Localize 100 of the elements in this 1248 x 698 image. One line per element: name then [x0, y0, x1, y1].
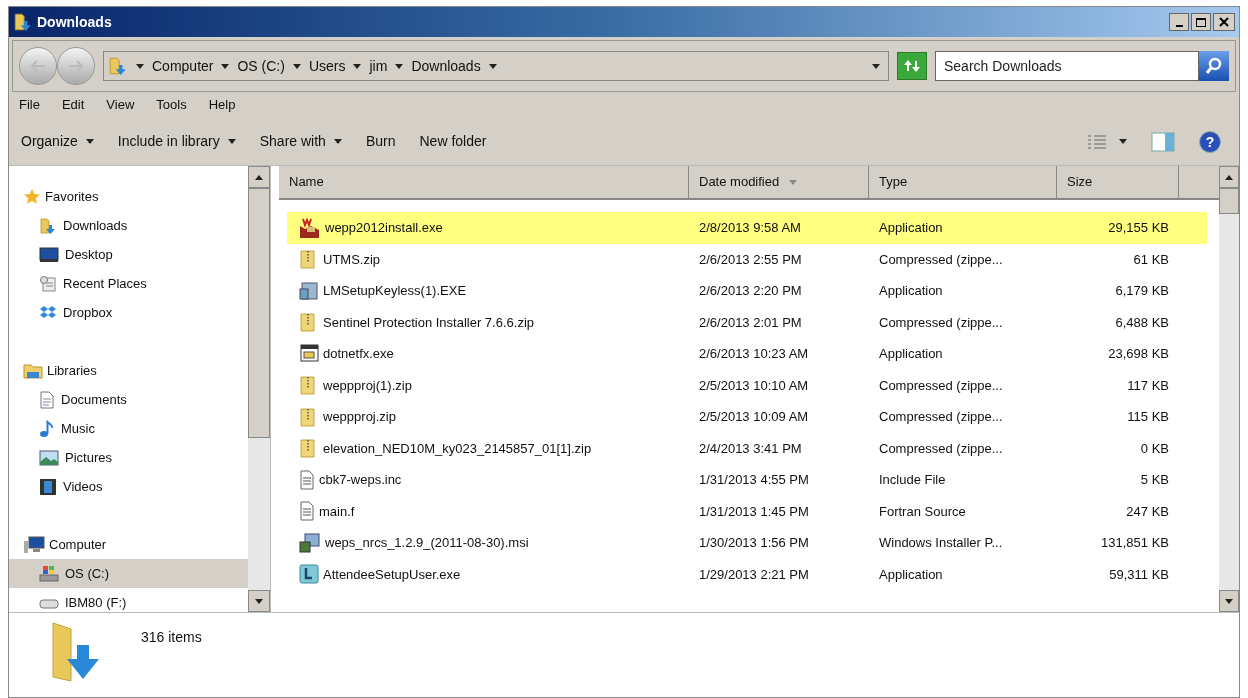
breadcrumb[interactable]: jim: [369, 55, 388, 77]
file-row[interactable]: main.f 1/31/2013 1:45 PM Fortran Source 247 KB: [287, 495, 1207, 527]
size-cell-text: 5 KB: [1139, 471, 1169, 489]
caret-icon: [136, 63, 144, 69]
folder-download-icon: [39, 216, 57, 235]
breadcrumb[interactable]: Downloads: [411, 55, 481, 77]
menu-item[interactable]: Tools: [156, 95, 187, 115]
scrollbar[interactable]: [1219, 166, 1239, 612]
file-row[interactable]: weppproj.zip 2/5/2013 10:09 AM Compressed (zippe... 115 KB: [287, 401, 1207, 433]
type-cell-text: Fortran Source: [878, 502, 967, 521]
toolbar-button[interactable]: Include in library: [117, 131, 236, 152]
drive-icon: [39, 564, 59, 583]
nav-item[interactable]: IBM80 (F:): [9, 588, 248, 612]
toolbar-button[interactable]: New folder: [419, 131, 487, 152]
toolbar-button[interactable]: Organize: [21, 131, 94, 152]
type-cell-text: Compressed (zippe...: [878, 376, 1004, 395]
breadcrumb[interactable]: OS (C:): [237, 55, 285, 77]
file-row[interactable]: elevation_NED10M_ky023_2145857_01[1].zip 2/4/2013 3:41 PM Compressed (zippe... 0 KB: [287, 432, 1207, 464]
column-header[interactable]: Name: [279, 166, 689, 198]
caret-icon: [395, 63, 404, 69]
program-window-icon: [299, 343, 319, 364]
date-cell-text: 2/8/2013 9:58 AM: [698, 219, 802, 237]
nav-group[interactable]: Libraries: [9, 356, 248, 385]
nav-item[interactable]: Dropbox: [9, 298, 248, 327]
column-header[interactable]: Type: [869, 166, 1057, 198]
file-name: elevation_NED10M_ky023_2145857_01[1].zip: [323, 439, 592, 458]
nav-item[interactable]: Music: [9, 414, 248, 443]
refresh-button[interactable]: [897, 52, 927, 80]
size-cell-text: 115 KB: [1126, 408, 1169, 426]
scroll-thumb[interactable]: [1219, 188, 1239, 214]
scrollbar[interactable]: [248, 166, 270, 612]
computer-icon: [23, 535, 45, 554]
menu-item[interactable]: View: [106, 95, 135, 115]
view-options-button[interactable]: [1087, 133, 1127, 150]
file-row[interactable]: weps_nrcs_1.2.9_(2011-08-30).msi 1/30/2013 1:56 PM Windows Installer P... 131,851 KB: [287, 527, 1207, 559]
size-cell-text: 6,488 KB: [1114, 313, 1169, 332]
size-cell-text: 131,851 KB: [1100, 534, 1169, 552]
nav-item[interactable]: Recent Places: [9, 269, 248, 298]
nav-item[interactable]: Downloads: [9, 211, 248, 240]
caret-icon: [789, 179, 798, 185]
menu-item[interactable]: Edit: [61, 95, 85, 115]
size-cell-text: 29,155 KB: [1107, 219, 1169, 237]
nav-group[interactable]: Computer: [9, 530, 248, 559]
size-cell-text: 61 KB: [1132, 250, 1169, 269]
close-button[interactable]: [1213, 13, 1235, 31]
nav-item[interactable]: Pictures: [9, 443, 248, 472]
file-row[interactable]: AttendeeSetupUser.exe 1/29/2013 2:21 PM Application 59,311 KB: [287, 558, 1207, 590]
file-name: cbk7-weps.inc: [319, 471, 402, 489]
file-name: weps_nrcs_1.2.9_(2011-08-30).msi: [325, 534, 529, 552]
address-bar[interactable]: Computer OS (C:) Users jim Downloads: [103, 51, 889, 81]
caret-icon: [872, 63, 880, 69]
dropbox-icon: [39, 304, 57, 321]
type-cell-text: Compressed (zippe...: [878, 439, 1004, 458]
type-cell-text: Compressed (zippe...: [878, 250, 1004, 269]
nav-item[interactable]: Documents: [9, 385, 248, 414]
document-icon: [39, 390, 55, 409]
menu-item[interactable]: File: [19, 95, 40, 115]
caret-icon: [221, 63, 230, 69]
breadcrumb[interactable]: Computer: [152, 55, 214, 77]
recent-places-icon: [39, 274, 57, 293]
nav-item[interactable]: Desktop: [9, 240, 248, 269]
menu-item[interactable]: Help: [208, 95, 236, 115]
back-arrow-icon: [30, 60, 46, 72]
file-row[interactable]: cbk7-weps.inc 1/31/2013 4:55 PM Include File 5 KB: [287, 464, 1207, 496]
caret-icon: [1119, 139, 1127, 144]
column-header[interactable]: Date modified: [689, 166, 869, 198]
scroll-up-button[interactable]: [1219, 166, 1239, 188]
scroll-down-button[interactable]: [248, 590, 270, 612]
column-header[interactable]: Size: [1057, 166, 1179, 198]
search-button[interactable]: [1199, 51, 1229, 81]
monitor-icon: [39, 246, 59, 263]
file-row[interactable]: wepp2012install.exe 2/8/2013 9:58 AM Application 29,155 KB: [287, 212, 1207, 244]
scroll-thumb[interactable]: [248, 188, 270, 438]
file-row[interactable]: dotnetfx.exe 2/6/2013 10:23 AM Application 23,698 KB: [287, 338, 1207, 370]
size-cell-text: 117 KB: [1126, 376, 1169, 395]
file-row[interactable]: UTMS.zip 2/6/2013 2:55 PM Compressed (zippe... 61 KB: [287, 243, 1207, 275]
maximize-button[interactable]: [1191, 13, 1211, 31]
search-field[interactable]: Search Downloads: [935, 51, 1199, 81]
toolbar-button[interactable]: Share with: [259, 131, 342, 152]
date-cell-text: 2/4/2013 3:41 PM: [698, 439, 803, 458]
minimize-button[interactable]: [1169, 13, 1189, 31]
caret-icon: [353, 63, 362, 69]
nav-item[interactable]: Videos: [9, 472, 248, 501]
search-icon: [1205, 57, 1223, 75]
folder-download-icon: [108, 56, 128, 76]
file-name: dotnetfx.exe: [323, 345, 394, 363]
star-icon: [23, 187, 41, 206]
item-count: 316 items: [141, 628, 202, 647]
file-row[interactable]: LMSetupKeyless(1).EXE 2/6/2013 2:20 PM Application 6,179 KB: [287, 275, 1207, 307]
help-button[interactable]: ?: [1199, 130, 1221, 153]
scroll-up-button[interactable]: [248, 166, 270, 188]
file-row[interactable]: Sentinel Protection Installer 7.6.6.zip 2/6/2013 2:01 PM Compressed (zippe... 6,488 KB: [287, 306, 1207, 338]
nav-group[interactable]: Favorites: [9, 182, 248, 211]
breadcrumb[interactable]: Users: [308, 55, 346, 77]
toolbar-button[interactable]: Burn: [365, 131, 396, 152]
nav-item[interactable]: OS (C:): [9, 559, 248, 588]
scroll-down-button[interactable]: [1219, 590, 1239, 612]
type-cell-text: Windows Installer P...: [878, 534, 1004, 552]
file-row[interactable]: weppproj(1).zip 2/5/2013 10:10 AM Compressed (zippe... 117 KB: [287, 369, 1207, 401]
film-icon: [39, 477, 57, 496]
